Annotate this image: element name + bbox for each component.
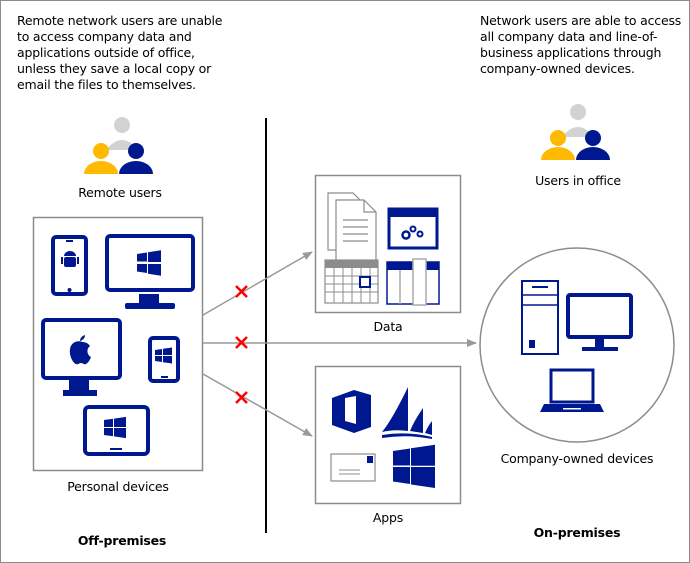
documents-icon [327, 192, 377, 263]
windows-tablet-icon [83, 405, 150, 456]
windows-logo-icon [393, 444, 435, 488]
mail-envelope-icon [330, 453, 376, 482]
remote-users-label: Remote users [78, 185, 162, 200]
apps-label: Apps [372, 510, 404, 525]
users-in-office-icon [541, 104, 610, 160]
calendar-icon [324, 259, 379, 304]
company-owned-devices-label: Company-owned devices [500, 451, 654, 466]
android-phone-icon [51, 235, 88, 296]
laptop-icon [540, 368, 604, 412]
desktop-tower-icon [521, 280, 559, 355]
monitor-icon [566, 293, 633, 351]
company-devices-circle [479, 247, 675, 443]
app-window-gears-icon [387, 207, 439, 250]
arrow-to-data [202, 251, 313, 316]
dynamics-icon [382, 387, 432, 439]
users-in-office-label: Users in office [535, 173, 621, 188]
personal-devices-label: Personal devices [67, 479, 169, 494]
off-premises-label: Off-premises [77, 533, 167, 548]
office-icon [332, 390, 371, 433]
table-columns-icon [386, 258, 440, 306]
remote-users-icon [84, 117, 153, 174]
windows-monitor-icon [105, 234, 195, 309]
blocked-x-icon [235, 285, 248, 298]
on-premises-label: On-premises [533, 525, 621, 540]
data-label: Data [373, 319, 403, 334]
windows-phone-icon [148, 336, 180, 383]
arrow-to-apps [202, 373, 313, 437]
apple-monitor-icon [41, 318, 122, 396]
